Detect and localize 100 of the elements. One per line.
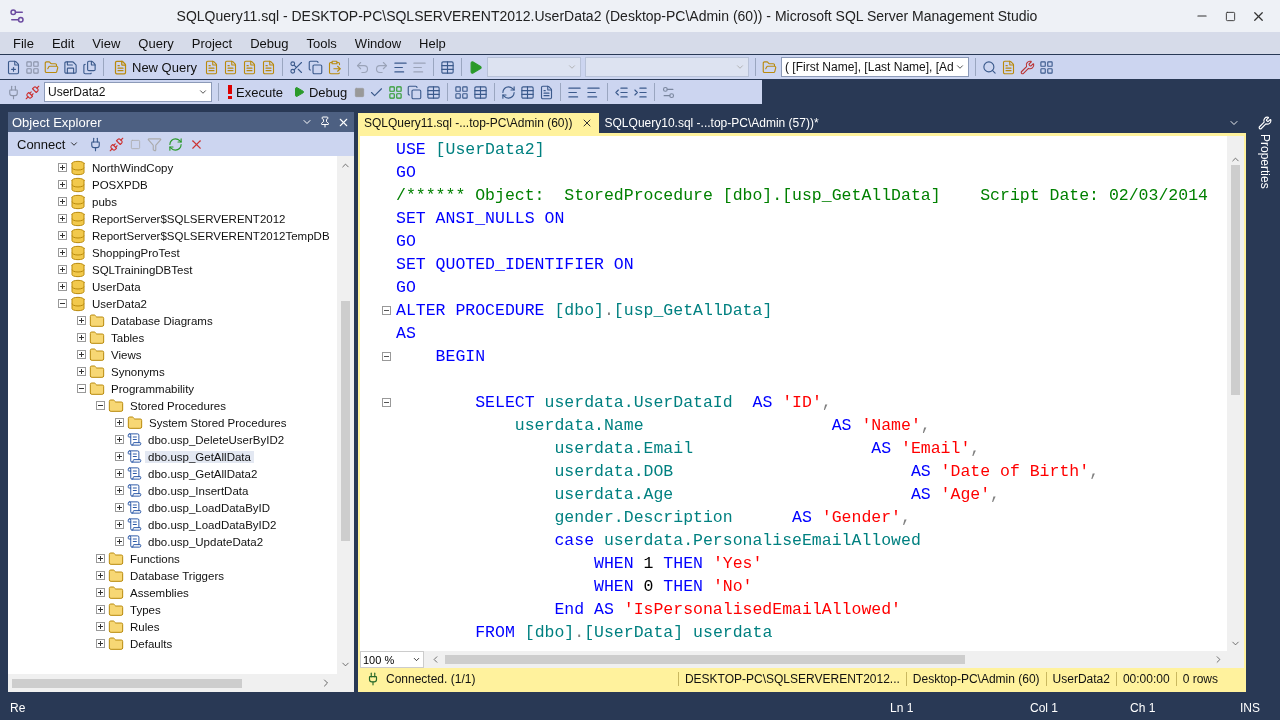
text-icon[interactable] xyxy=(539,84,555,100)
expand-icon[interactable] xyxy=(115,469,124,478)
grid-icon[interactable] xyxy=(520,84,536,100)
tree-item[interactable]: SQLTrainingDBTest xyxy=(89,263,196,276)
disconnect-icon[interactable] xyxy=(109,136,125,152)
scroll-thumb[interactable] xyxy=(12,678,242,688)
expand-icon[interactable] xyxy=(115,435,124,444)
expand-icon[interactable] xyxy=(58,214,67,223)
tree-item[interactable]: UserData xyxy=(89,280,144,293)
dropdown-icon[interactable] xyxy=(955,62,966,72)
collapse-icon[interactable] xyxy=(382,398,391,407)
new-file-icon[interactable] xyxy=(6,59,21,75)
scroll-thumb[interactable] xyxy=(1231,165,1240,395)
tree-item[interactable]: Functions xyxy=(127,552,183,565)
indent-icon[interactable] xyxy=(633,84,649,100)
copy-icon[interactable] xyxy=(308,59,324,75)
tree-item[interactable]: dbo.usp_LoadDataByID xyxy=(145,501,274,514)
dropdown-icon[interactable] xyxy=(412,655,421,664)
tree-item[interactable]: UserData2 xyxy=(89,297,150,310)
search-icon[interactable] xyxy=(982,59,998,75)
tree-item[interactable]: dbo.usp_GetAllData xyxy=(145,450,254,463)
expand-icon[interactable] xyxy=(58,248,67,257)
expand-icon[interactable] xyxy=(115,486,124,495)
tree-item[interactable]: dbo.usp_GetAllData2 xyxy=(145,467,261,480)
new-query-button[interactable]: New Query xyxy=(110,56,201,78)
connect-button[interactable]: Connect xyxy=(14,133,83,155)
save-all-icon[interactable] xyxy=(82,59,97,75)
menu-item[interactable]: Project xyxy=(182,33,242,53)
tree-item[interactable]: Rules xyxy=(127,620,163,633)
expand-icon[interactable] xyxy=(96,571,105,580)
tree-item[interactable]: pubs xyxy=(89,195,120,208)
menu-item[interactable]: Help xyxy=(410,33,455,53)
expand-icon[interactable] xyxy=(96,588,105,597)
tree-item[interactable]: dbo.usp_UpdateData2 xyxy=(145,535,267,548)
expand-icon[interactable] xyxy=(96,554,105,563)
expand-icon[interactable] xyxy=(58,197,67,206)
tree-item[interactable]: NorthWindCopy xyxy=(89,161,177,174)
scroll-thumb[interactable] xyxy=(341,301,350,541)
tree-item[interactable]: POSXPDB xyxy=(89,178,151,191)
tree-item[interactable]: dbo.usp_InsertData xyxy=(145,484,252,497)
tree-item[interactable]: Database Triggers xyxy=(127,569,227,582)
maximize-icon[interactable] xyxy=(1224,10,1236,22)
collapse-icon[interactable] xyxy=(382,352,391,361)
menu-item[interactable]: File xyxy=(4,33,43,53)
database-combo[interactable]: UserData2 xyxy=(44,82,212,102)
vertical-scrollbar[interactable] xyxy=(337,156,354,674)
horizontal-scrollbar[interactable] xyxy=(8,674,354,692)
collapse-icon[interactable] xyxy=(382,306,391,315)
expand-icon[interactable] xyxy=(77,333,86,342)
expand-icon[interactable] xyxy=(58,180,67,189)
disconnect-icon[interactable] xyxy=(25,84,40,100)
expand-icon[interactable] xyxy=(96,605,105,614)
expand-icon[interactable] xyxy=(115,503,124,512)
debug-button[interactable]: Debug xyxy=(290,81,351,103)
results-grid-icon[interactable] xyxy=(426,84,442,100)
expand-icon[interactable] xyxy=(115,418,124,427)
options-icon[interactable] xyxy=(661,84,677,100)
tree-item[interactable]: Tables xyxy=(108,331,148,344)
refresh-icon[interactable] xyxy=(501,84,517,100)
tree-item[interactable]: Database Diagrams xyxy=(108,314,216,327)
expand-icon[interactable] xyxy=(77,350,86,359)
collapse-icon[interactable] xyxy=(96,401,105,410)
expand-icon[interactable] xyxy=(77,316,86,325)
tree-item[interactable]: Defaults xyxy=(127,637,176,650)
start-icon[interactable] xyxy=(468,59,484,75)
save-icon[interactable] xyxy=(63,59,78,75)
expand-icon[interactable] xyxy=(58,231,67,240)
menu-item[interactable]: Debug xyxy=(241,33,298,53)
collapse-icon[interactable] xyxy=(77,384,86,393)
tree-item[interactable]: ReportServer$SQLSERVERENT2012TempDB xyxy=(89,229,333,242)
expand-icon[interactable] xyxy=(115,520,124,529)
columns-combo[interactable]: ( [First Name], [Last Name], [Ad xyxy=(781,57,970,77)
menu-item[interactable]: Edit xyxy=(42,33,84,53)
properties-tab[interactable]: Properties xyxy=(1258,134,1272,189)
vertical-scrollbar[interactable] xyxy=(1227,136,1244,651)
tree-item[interactable]: dbo.usp_DeleteUserByID2 xyxy=(145,433,288,446)
exclamation-icon[interactable] xyxy=(228,85,232,99)
expand-icon[interactable] xyxy=(115,537,124,546)
pin-icon[interactable] xyxy=(319,116,331,128)
tree-item[interactable]: Programmability xyxy=(108,382,198,395)
expand-icon[interactable] xyxy=(58,282,67,291)
expand-icon[interactable] xyxy=(77,367,86,376)
expand-icon[interactable] xyxy=(58,163,67,172)
expand-icon[interactable] xyxy=(96,639,105,648)
menu-item[interactable]: Query xyxy=(129,33,183,53)
expand-icon[interactable] xyxy=(96,622,105,631)
menu-item[interactable]: Tools xyxy=(297,33,346,53)
editor-tab[interactable]: SQLQuery10.sql -...top-PC\Admin (57))* xyxy=(598,113,825,133)
scroll-thumb[interactable] xyxy=(445,655,965,664)
outdent-icon[interactable] xyxy=(614,84,630,100)
cut-icon[interactable] xyxy=(289,59,305,75)
tree-item[interactable]: Stored Procedures xyxy=(127,399,229,412)
editor-tab[interactable]: SQLQuery11.sql -...top-PC\Admin (60)) xyxy=(358,113,599,133)
menu-item[interactable]: Window xyxy=(345,33,411,53)
tree-item[interactable]: Types xyxy=(127,603,164,616)
tools-icon[interactable] xyxy=(1020,59,1036,75)
play-icon[interactable] xyxy=(293,86,305,98)
zoom-combo[interactable]: 100 % xyxy=(360,651,424,668)
collapse-icon[interactable] xyxy=(58,299,67,308)
expand-icon[interactable] xyxy=(115,452,124,461)
